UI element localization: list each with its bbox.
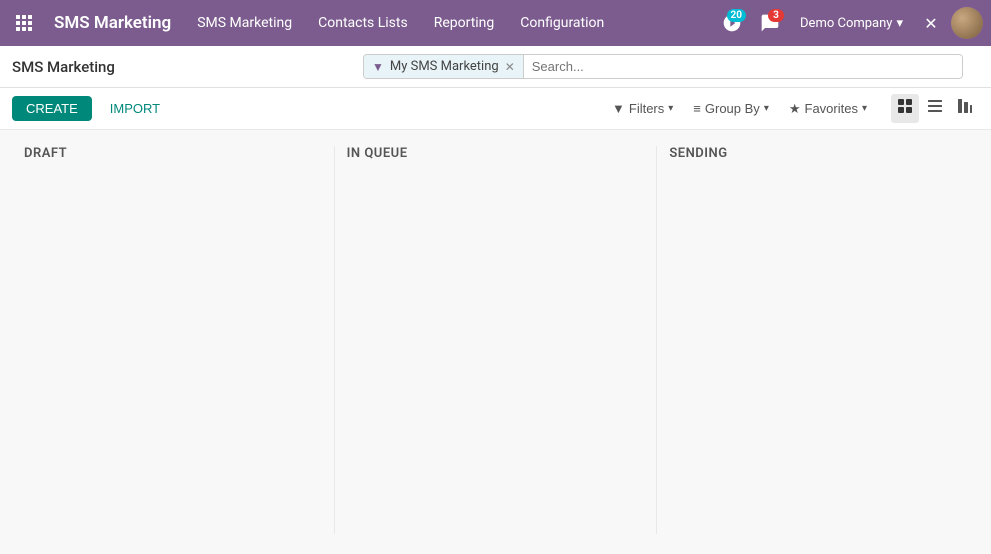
nav-configuration[interactable]: Configuration [508,9,616,37]
kanban-col-title-in-queue: In Queue [347,146,645,161]
nav-right-area: 20 3 Demo Company ▾ ✕ [716,7,983,39]
kanban-board: Draft In Queue Sending [0,130,991,550]
search-bar: ▼ My SMS Marketing ✕ [363,54,963,79]
filters-button[interactable]: ▼ Filters ▾ [604,97,681,120]
kanban-col-in-queue: In Queue [335,146,658,534]
filters-chevron-icon: ▾ [668,103,673,114]
create-button[interactable]: CREATE [12,96,92,121]
group-by-button[interactable]: ≡ Group By ▾ [685,97,777,120]
company-selector[interactable]: Demo Company ▾ [792,12,911,35]
nav-menu: SMS Marketing Contacts Lists Reporting C… [185,9,712,37]
filter-icon: ▼ [372,60,384,74]
toolbar: CREATE IMPORT ▼ Filters ▾ ≡ Group By ▾ ★… [0,88,991,130]
filters-label: Filters [629,101,664,116]
activity-view-button[interactable] [951,94,979,123]
favorites-star-icon: ★ [789,101,801,117]
sub-header: SMS Marketing ▼ My SMS Marketing ✕ [0,46,991,88]
favorites-button[interactable]: ★ Favorites ▾ [781,97,875,121]
messages-icon[interactable]: 3 [754,7,786,39]
avatar[interactable] [951,7,983,39]
import-button[interactable]: IMPORT [100,96,170,121]
filter-group: ▼ Filters ▾ ≡ Group By ▾ ★ Favorites ▾ [604,97,875,121]
kanban-col-sending: Sending [657,146,979,534]
filter-tag: ▼ My SMS Marketing ✕ [364,55,524,78]
grid-menu-icon[interactable] [8,7,40,39]
nav-sms-marketing[interactable]: SMS Marketing [185,9,304,37]
nav-reporting[interactable]: Reporting [422,9,507,37]
favorites-label: Favorites [805,101,858,116]
messages-badge: 3 [768,9,784,22]
kanban-view-button[interactable] [891,94,919,123]
group-by-icon: ≡ [693,101,701,116]
page-title: SMS Marketing [12,58,115,76]
group-by-label: Group By [705,101,760,116]
filter-funnel-icon: ▼ [612,101,625,116]
top-navigation: SMS Marketing SMS Marketing Contacts Lis… [0,0,991,46]
favorites-chevron-icon: ▾ [862,103,867,114]
nav-contacts-lists[interactable]: Contacts Lists [306,9,420,37]
group-by-chevron-icon: ▾ [764,103,769,114]
kanban-col-draft: Draft [12,146,335,534]
search-input[interactable] [524,55,962,78]
list-view-button[interactable] [921,94,949,123]
activity-icon[interactable]: 20 [716,7,748,39]
kanban-col-title-draft: Draft [24,146,322,161]
view-switcher [891,94,979,123]
activity-badge: 20 [727,9,746,22]
filter-tag-close[interactable]: ✕ [505,60,515,74]
close-icon[interactable]: ✕ [917,9,945,37]
filter-tag-label: My SMS Marketing [390,59,499,74]
kanban-col-title-sending: Sending [669,146,967,161]
app-title: SMS Marketing [44,13,181,33]
